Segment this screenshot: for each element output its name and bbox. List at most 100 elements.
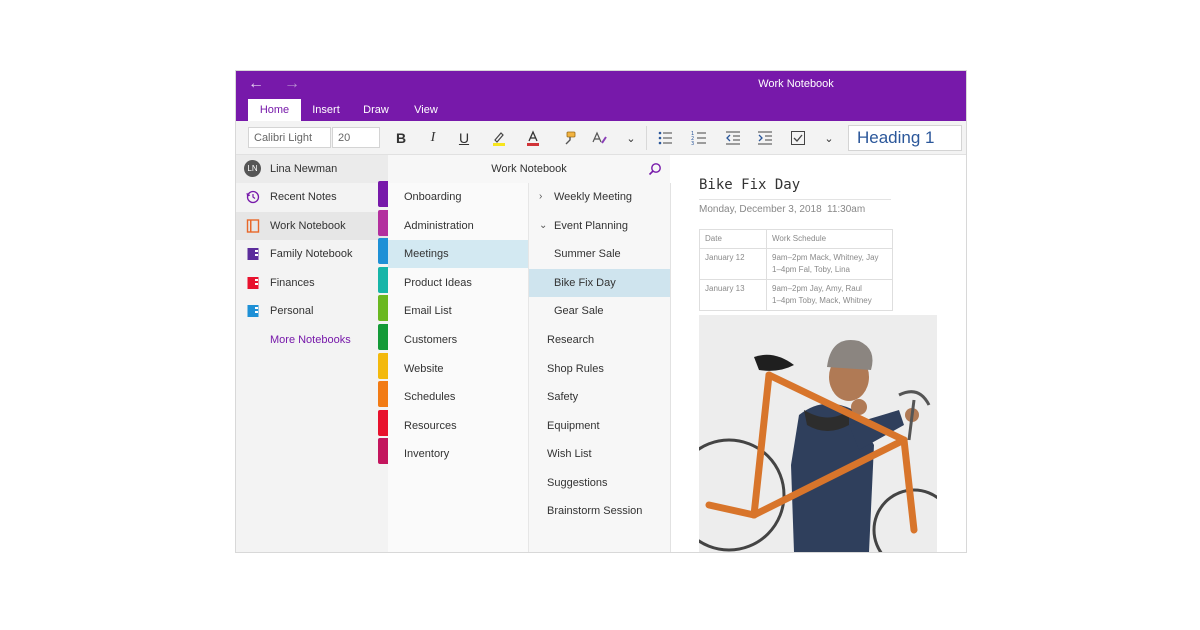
numbered-list-icon[interactable]: 123 [688, 127, 710, 149]
section-tab-color[interactable] [378, 181, 388, 207]
format-painter-icon[interactable] [558, 127, 580, 149]
section-tab-color[interactable] [378, 295, 388, 321]
search-icon[interactable] [648, 162, 662, 176]
decrease-indent-icon[interactable] [722, 127, 744, 149]
notebook-personal[interactable]: Personal [236, 297, 388, 325]
notebook-family[interactable]: Family Notebook [236, 240, 388, 268]
table-row: January 12 9am–2pm Mack, Whitney, Jay 1–… [699, 248, 893, 280]
notebook-label: Work Notebook [270, 220, 346, 232]
account-row[interactable]: LN Lina Newman [236, 155, 388, 183]
page-label: Bike Fix Day [554, 277, 616, 289]
section-item[interactable]: Schedules [388, 383, 528, 411]
chevron-down-icon[interactable]: ⌄ [539, 212, 547, 240]
embedded-photo[interactable] [699, 315, 937, 552]
styles-icon[interactable] [589, 127, 611, 149]
title-underline [699, 199, 891, 200]
font-color-icon[interactable] [522, 127, 544, 149]
page-item[interactable]: Summer Sale [529, 240, 670, 268]
forward-arrow-icon[interactable]: → [284, 74, 300, 94]
section-item[interactable]: Website [388, 355, 528, 383]
section-item[interactable]: Administration [388, 212, 528, 240]
table-cell-date[interactable]: January 13 [699, 279, 767, 311]
user-name: Lina Newman [270, 163, 338, 175]
page-title[interactable]: Bike Fix Day [699, 177, 800, 193]
italic-button[interactable]: I [422, 127, 444, 149]
notebook-label: Recent Notes [270, 191, 337, 203]
notebook-finances[interactable]: Finances [236, 269, 388, 297]
page-item[interactable]: Suggestions [529, 469, 670, 497]
table-cell-schedule[interactable]: 9am–2pm Jay, Amy, Raul 1–4pm Toby, Mack,… [766, 279, 893, 311]
notebook-work[interactable]: Work Notebook [236, 212, 388, 240]
page-item-event-planning[interactable]: ⌄ Event Planning [529, 212, 670, 240]
more-format-chevron-icon[interactable]: ⌄ [620, 127, 642, 149]
section-tab-color[interactable] [378, 410, 388, 436]
page-item[interactable]: Shop Rules [529, 355, 670, 383]
back-arrow-icon[interactable]: ← [248, 74, 264, 94]
section-item[interactable]: Onboarding [388, 183, 528, 211]
todo-checkbox-icon[interactable] [787, 127, 809, 149]
section-item[interactable]: Customers [388, 326, 528, 354]
page-canvas[interactable]: Bike Fix Day Monday, December 3, 2018 11… [671, 155, 966, 552]
table-cell-date[interactable]: January 12 [699, 248, 767, 280]
section-tab-color[interactable] [378, 324, 388, 350]
underline-button[interactable]: U [453, 127, 475, 149]
section-label: Inventory [404, 448, 450, 460]
tab-view[interactable]: View [406, 99, 446, 121]
section-label: Website [404, 363, 444, 375]
page-label: Wish List [547, 448, 592, 460]
page-item-selected[interactable]: Bike Fix Day [529, 269, 670, 297]
page-item[interactable]: Wish List [529, 440, 670, 468]
onenote-window: ← → Work Notebook Home Insert Draw View … [236, 71, 966, 552]
section-tab-color[interactable] [378, 353, 388, 379]
font-size-field[interactable]: 20 [332, 127, 380, 148]
schedule-line: 9am–2pm Jay, Amy, Raul [772, 284, 862, 293]
section-label: Meetings [404, 248, 449, 260]
sections-list: Onboarding Administration Meetings Produ… [388, 183, 529, 552]
section-label: Onboarding [404, 191, 462, 203]
page-item[interactable]: Gear Sale [529, 297, 670, 325]
schedule-line: 9am–2pm Mack, Whitney, Jay [772, 253, 879, 262]
increase-indent-icon[interactable] [754, 127, 776, 149]
section-item[interactable]: Product Ideas [388, 269, 528, 297]
section-tab-color[interactable] [378, 210, 388, 236]
page-label: Suggestions [547, 477, 608, 489]
svg-text:3: 3 [691, 141, 694, 146]
highlight-icon[interactable] [488, 127, 510, 149]
page-item[interactable]: Safety [529, 383, 670, 411]
tab-draw[interactable]: Draw [356, 99, 396, 121]
notebook-label: Finances [270, 277, 315, 289]
font-name-field[interactable]: Calibri Light [248, 127, 331, 148]
clock-icon [246, 190, 260, 204]
bold-button[interactable]: B [390, 127, 412, 149]
pages-list: › Weekly Meeting ⌄ Event Planning Summer… [529, 183, 671, 552]
page-label: Research [547, 334, 595, 346]
page-item-weekly-meeting[interactable]: › Weekly Meeting [529, 183, 670, 211]
page-item[interactable]: Research [529, 326, 670, 354]
section-tab-color[interactable] [378, 381, 388, 407]
more-paragraph-chevron-icon[interactable]: ⌄ [818, 127, 840, 149]
page-item[interactable]: Equipment [529, 412, 670, 440]
page-label: Safety [547, 391, 579, 403]
section-item[interactable]: Inventory [388, 440, 528, 468]
recent-notes-item[interactable]: Recent Notes [236, 183, 388, 211]
section-tab-color[interactable] [378, 238, 388, 264]
notebook-icon [247, 305, 259, 317]
work-schedule-table[interactable]: Date Work Schedule January 12 9am–2pm Ma… [699, 229, 893, 311]
section-item[interactable]: Email List [388, 297, 528, 325]
chevron-right-icon[interactable]: › [539, 183, 542, 211]
table-cell-schedule[interactable]: 9am–2pm Mack, Whitney, Jay 1–4pm Fal, To… [766, 248, 893, 280]
page-item[interactable]: Brainstorm Session [529, 497, 670, 525]
heading-style-picker[interactable]: Heading 1 [848, 125, 962, 151]
table-header-cell[interactable]: Date [699, 229, 767, 249]
section-item[interactable]: Resources [388, 412, 528, 440]
section-item-selected[interactable]: Meetings [388, 240, 528, 268]
section-tab-color[interactable] [378, 438, 388, 464]
window-title: Work Notebook [758, 78, 834, 90]
table-header-cell[interactable]: Work Schedule [766, 229, 893, 249]
more-notebooks-link[interactable]: More Notebooks [270, 333, 351, 347]
bullet-list-icon[interactable] [654, 127, 676, 149]
tab-home[interactable]: Home [248, 99, 301, 121]
notebook-header-title: Work Notebook [491, 163, 567, 175]
section-tab-color[interactable] [378, 267, 388, 293]
tab-insert[interactable]: Insert [306, 99, 346, 121]
